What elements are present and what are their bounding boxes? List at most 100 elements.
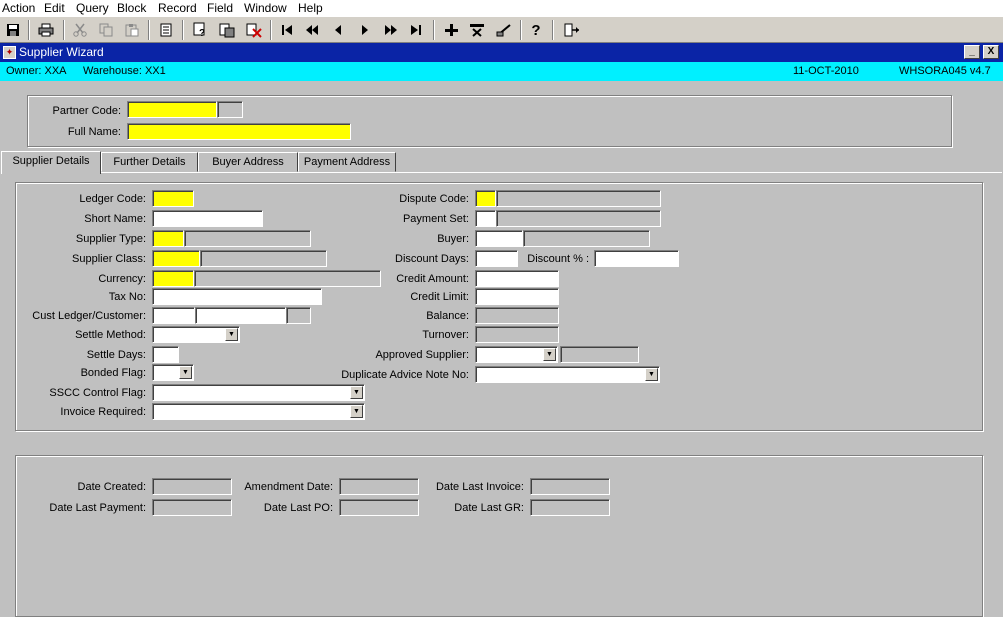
window-title-bar: ✦ Supplier Wizard _ X — [0, 43, 1003, 62]
date-last-po-label: Date Last PO: — [263, 502, 333, 514]
menu-action[interactable]: Action — [2, 0, 35, 16]
tab-further-details[interactable]: Further Details — [101, 152, 198, 172]
cust-ledger-input[interactable] — [152, 307, 195, 324]
duplicate-advice-select[interactable]: ▼ — [475, 366, 660, 383]
cancel-query-icon[interactable] — [244, 20, 264, 40]
close-button[interactable]: X — [983, 45, 999, 59]
bonded-flag-label: Bonded Flag: — [80, 367, 146, 379]
chevron-down-icon[interactable]: ▼ — [350, 405, 363, 418]
query-icon[interactable]: ? — [191, 20, 211, 40]
tax-no-input[interactable] — [152, 288, 322, 305]
context-bar: Owner: XXA Warehouse: XX1 11-OCT-2010 WH… — [0, 62, 1003, 81]
settle-method-label: Settle Method: — [75, 329, 146, 341]
supplier-type-input[interactable] — [152, 230, 184, 247]
warehouse-text: Warehouse: XX1 — [83, 65, 166, 77]
credit-limit-input[interactable] — [475, 288, 559, 305]
approved-supplier-desc — [560, 346, 639, 363]
partner-code-extra[interactable] — [217, 101, 243, 118]
discount-days-input[interactable] — [475, 250, 518, 267]
save-icon[interactable] — [3, 20, 23, 40]
sscc-control-flag-select[interactable]: ▼ — [152, 384, 365, 401]
previous-record-icon[interactable] — [328, 20, 348, 40]
minimize-button[interactable]: _ — [964, 45, 980, 59]
menu-record[interactable]: Record — [158, 0, 197, 16]
first-record-icon[interactable] — [277, 20, 297, 40]
print-icon[interactable] — [36, 20, 56, 40]
tab-strip-line — [1, 172, 1002, 173]
chevron-down-icon[interactable]: ▼ — [350, 386, 363, 399]
ledger-code-input[interactable] — [152, 190, 194, 207]
partner-panel: Partner Code: Full Name: — [27, 95, 952, 147]
full-name-label: Full Name: — [67, 126, 121, 138]
currency-input[interactable] — [152, 270, 194, 287]
balance-value — [475, 307, 559, 324]
currency-label: Currency: — [98, 273, 146, 285]
dispute-code-label: Dispute Code: — [399, 193, 469, 205]
cust-ledger-label: Cust Ledger/Customer: — [32, 310, 146, 322]
tax-no-label: Tax No: — [108, 291, 146, 303]
bonded-flag-select[interactable]: ▼ — [152, 364, 194, 381]
approved-supplier-label: Approved Supplier: — [375, 349, 469, 361]
invoice-required-select[interactable]: ▼ — [152, 403, 365, 420]
last-record-icon[interactable] — [406, 20, 426, 40]
tab-supplier-details[interactable]: Supplier Details — [1, 151, 101, 174]
menu-query[interactable]: Query — [76, 0, 109, 16]
menu-window[interactable]: Window — [244, 0, 287, 16]
chevron-down-icon[interactable]: ▼ — [645, 368, 658, 381]
date-created-label: Date Created: — [77, 481, 146, 493]
turnover-label: Turnover: — [422, 329, 469, 341]
credit-amount-label: Credit Amount: — [396, 273, 469, 285]
date-last-gr-value — [530, 499, 610, 516]
chevron-down-icon[interactable]: ▼ — [543, 348, 556, 361]
owner-text: Owner: XXA — [6, 65, 67, 77]
clear-record-icon[interactable] — [494, 20, 514, 40]
delete-record-icon[interactable] — [467, 20, 487, 40]
chevron-down-icon[interactable]: ▼ — [225, 328, 238, 341]
short-name-input[interactable] — [152, 210, 263, 227]
buyer-input[interactable] — [475, 230, 523, 247]
customer-input[interactable] — [195, 307, 286, 324]
supplier-class-input[interactable] — [152, 250, 200, 267]
menu-edit[interactable]: Edit — [44, 0, 65, 16]
partner-code-input[interactable] — [127, 101, 217, 118]
next-record-icon[interactable] — [355, 20, 375, 40]
app-icon: ✦ — [3, 46, 16, 59]
full-name-input[interactable] — [127, 123, 351, 140]
supplier-type-desc — [184, 230, 311, 247]
menu-help[interactable]: Help — [298, 0, 323, 16]
approved-supplier-select[interactable]: ▼ — [475, 346, 558, 363]
menu-bar: Action Edit Query Block Record Field Win… — [0, 0, 1003, 17]
discount-pct-input[interactable] — [594, 250, 679, 267]
tab-buyer-address[interactable]: Buyer Address — [198, 152, 298, 172]
next-set-icon[interactable] — [381, 20, 401, 40]
supplier-class-label: Supplier Class: — [72, 253, 146, 265]
edit-icon[interactable] — [156, 20, 176, 40]
date-last-invoice-label: Date Last Invoice: — [435, 481, 524, 493]
partner-code-label: Partner Code: — [52, 105, 121, 117]
credit-amount-input[interactable] — [475, 270, 559, 287]
copy-icon[interactable] — [96, 20, 116, 40]
chevron-down-icon[interactable]: ▼ — [179, 366, 192, 379]
ledger-code-label: Ledger Code: — [79, 193, 146, 205]
menu-block[interactable]: Block — [117, 0, 146, 16]
date-last-gr-label: Date Last GR: — [454, 502, 524, 514]
discount-days-label: Discount Days: — [395, 253, 469, 265]
paste-icon[interactable] — [122, 20, 142, 40]
toolbar: ? ? — [0, 17, 1003, 43]
help-icon[interactable]: ? — [526, 20, 546, 40]
menu-field[interactable]: Field — [207, 0, 233, 16]
settle-days-input[interactable] — [152, 346, 179, 363]
dispute-code-input[interactable] — [475, 190, 496, 207]
tab-payment-address[interactable]: Payment Address — [298, 152, 396, 172]
insert-record-icon[interactable] — [441, 20, 461, 40]
settle-method-select[interactable]: ▼ — [152, 326, 240, 343]
payment-set-input[interactable] — [475, 210, 496, 227]
date-last-payment-label: Date Last Payment: — [49, 502, 146, 514]
execute-query-icon[interactable] — [217, 20, 237, 40]
supplier-type-label: Supplier Type: — [75, 233, 146, 245]
previous-set-icon[interactable] — [302, 20, 322, 40]
cut-icon[interactable] — [70, 20, 90, 40]
buyer-desc — [523, 230, 650, 247]
dispute-code-desc — [496, 190, 661, 207]
exit-icon[interactable] — [562, 20, 582, 40]
